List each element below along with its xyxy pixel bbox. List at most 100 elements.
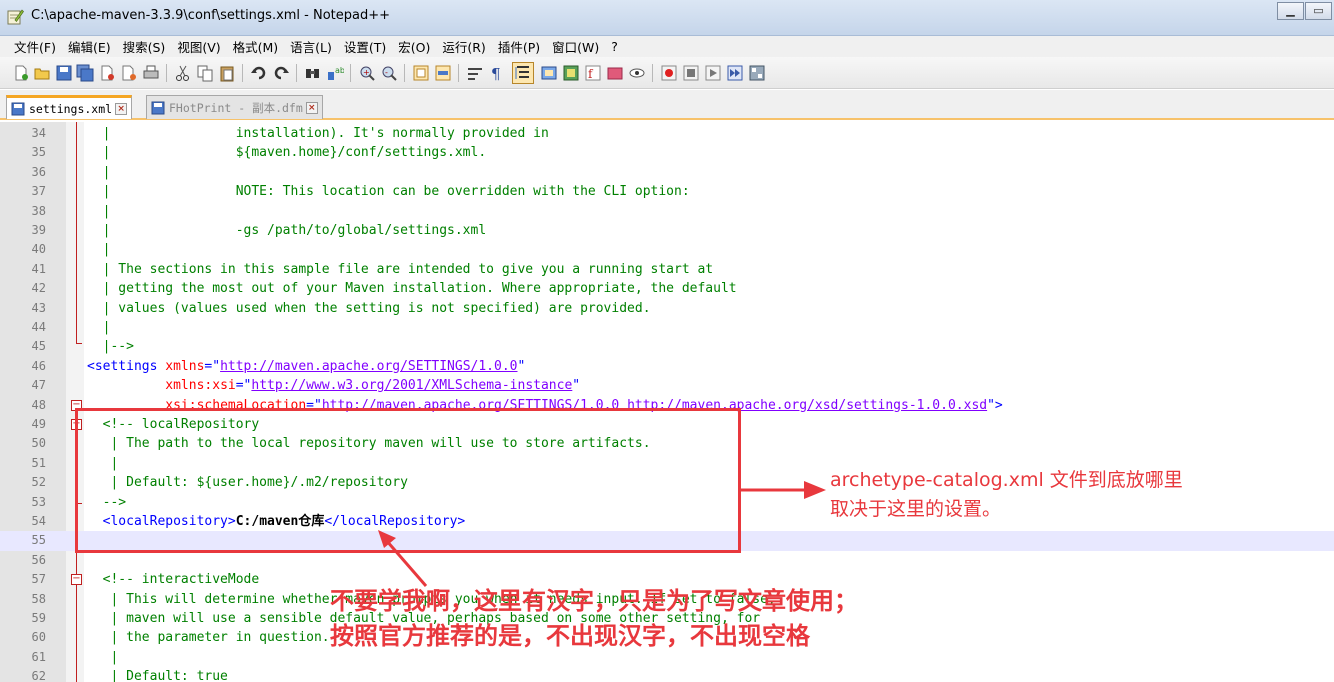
- maximize-button[interactable]: ▭: [1305, 2, 1332, 20]
- folder-workspace-icon[interactable]: [606, 64, 624, 82]
- stop-macro-icon[interactable]: [682, 64, 700, 82]
- menu-search[interactable]: 搜索(S): [117, 37, 172, 56]
- fold-toggle[interactable]: −: [71, 574, 82, 585]
- code-line[interactable]: 40 |: [0, 240, 1334, 259]
- code-line[interactable]: 44 |: [0, 318, 1334, 337]
- menu-edit[interactable]: 编辑(E): [62, 37, 117, 56]
- sync-vertical-icon[interactable]: [412, 64, 430, 82]
- line-code: <settings xmlns="http://maven.apache.org…: [87, 357, 525, 376]
- line-number: 47: [31, 378, 46, 393]
- line-number: 52: [31, 475, 46, 490]
- minimize-button[interactable]: ▁: [1277, 2, 1304, 20]
- line-number: 37: [31, 184, 46, 199]
- code-token: http://www.w3.org/2001/XMLSchema-instanc…: [251, 378, 573, 394]
- menu-run[interactable]: 运行(R): [436, 37, 491, 56]
- code-line[interactable]: 36 |: [0, 163, 1334, 182]
- menu-view[interactable]: 视图(V): [171, 37, 226, 56]
- code-token: | The sections in this sample file are i…: [87, 261, 714, 277]
- code-line[interactable]: 39 | -gs /path/to/global/settings.xml: [0, 221, 1334, 240]
- code-line[interactable]: 56: [0, 551, 1334, 570]
- code-line[interactable]: 47 xmlns:xsi="http://www.w3.org/2001/XML…: [0, 376, 1334, 395]
- line-number: 46: [31, 358, 46, 373]
- menu-help[interactable]: ?: [605, 39, 624, 54]
- code-token: http://maven.apache.org/SETTINGS/1.0.0: [220, 358, 518, 374]
- code-token: =": [235, 378, 252, 394]
- line-code: |: [87, 202, 111, 221]
- find-icon[interactable]: [304, 64, 322, 82]
- code-line[interactable]: 38 |: [0, 202, 1334, 221]
- undo-icon[interactable]: [250, 64, 268, 82]
- window-controls: ▁ ▭: [1276, 2, 1332, 20]
- play-macro-icon[interactable]: [704, 64, 722, 82]
- code-token: |: [87, 320, 111, 335]
- tab-fhotprint-dfm[interactable]: FHotPrint - 副本.dfm ×: [146, 95, 323, 119]
- line-number: 62: [31, 669, 46, 682]
- code-line[interactable]: 42 | getting the most out of your Maven …: [0, 279, 1334, 298]
- record-macro-icon[interactable]: [660, 64, 678, 82]
- tab-settings-xml[interactable]: settings.xml ×: [6, 95, 133, 119]
- line-code: | getting the most out of your Maven ins…: [87, 279, 737, 298]
- save-icon[interactable]: [55, 64, 73, 82]
- menu-plugins[interactable]: 插件(P): [492, 37, 546, 56]
- sync-horizontal-icon[interactable]: [434, 64, 452, 82]
- code-token: xmlns:xsi: [165, 378, 236, 394]
- line-code: xmlns:xsi="http://www.w3.org/2001/XMLSch…: [87, 376, 580, 395]
- copy-icon[interactable]: [196, 64, 214, 82]
- new-file-icon[interactable]: [12, 64, 30, 82]
- zoom-out-icon[interactable]: -: [380, 64, 398, 82]
- close-tab-icon[interactable]: ×: [115, 102, 128, 115]
- line-number: 49: [31, 417, 46, 431]
- line-number: 48: [31, 397, 46, 412]
- menu-format[interactable]: 格式(M): [227, 37, 285, 56]
- code-line[interactable]: 41 | The sections in this sample file ar…: [0, 260, 1334, 279]
- close-file-icon[interactable]: [98, 64, 116, 82]
- close-tab-icon[interactable]: ×: [305, 101, 318, 114]
- menu-file[interactable]: 文件(F): [8, 37, 62, 56]
- code-token: |-->: [87, 339, 134, 355]
- paste-icon[interactable]: [218, 64, 236, 82]
- code-line[interactable]: 46 <settings xmlns="http://maven.apache.o…: [0, 357, 1334, 376]
- function-list-icon[interactable]: f: [584, 64, 602, 82]
- line-code: | installation). It's normally provided …: [87, 124, 549, 143]
- replace-icon[interactable]: ab: [326, 64, 344, 82]
- save-macro-icon[interactable]: [748, 64, 766, 82]
- run-macro-multiple-icon[interactable]: [726, 64, 744, 82]
- document-map-icon[interactable]: [562, 64, 580, 82]
- zoom-in-icon[interactable]: +: [358, 64, 376, 82]
- code-line[interactable]: 37 | NOTE: This location can be overridd…: [0, 182, 1334, 201]
- print-icon[interactable]: [142, 64, 160, 82]
- code-line[interactable]: 35 | ${maven.home}/conf/settings.xml.: [0, 143, 1334, 162]
- close-all-icon[interactable]: [120, 64, 138, 82]
- code-line[interactable]: 62 | Default: true: [0, 667, 1334, 682]
- user-defined-language-icon[interactable]: [540, 64, 558, 82]
- code-line[interactable]: 34 | installation). It's normally provid…: [0, 124, 1334, 143]
- cut-icon[interactable]: [174, 64, 192, 82]
- annotation-bottom-line-1: 不要学我啊，这里有汉字，只是为了写文章使用；: [330, 587, 858, 615]
- svg-text:ab: ab: [335, 66, 344, 75]
- menu-macro[interactable]: 宏(O): [392, 37, 436, 56]
- code-token: | Default: true: [87, 669, 228, 682]
- menu-window[interactable]: 窗口(W): [546, 37, 605, 56]
- redo-icon[interactable]: [272, 64, 290, 82]
- code-token: |: [87, 242, 111, 258]
- menu-language[interactable]: 语言(L): [284, 37, 338, 56]
- line-code: <!-- interactiveMode: [87, 570, 260, 589]
- word-wrap-icon[interactable]: [466, 64, 484, 82]
- monitoring-eye-icon[interactable]: [628, 64, 646, 82]
- code-line[interactable]: 43 | values (values used when the settin…: [0, 299, 1334, 318]
- code-token: xmlns: [165, 358, 205, 374]
- line-code: | Default: true: [87, 667, 228, 682]
- toolbar: ab + - ¶ f: [0, 57, 1334, 89]
- menu-settings[interactable]: 设置(T): [338, 37, 392, 56]
- line-code: | The sections in this sample file are i…: [87, 260, 714, 279]
- menu-bar: 文件(F) 编辑(E) 搜索(S) 视图(V) 格式(M) 语言(L) 设置(T…: [0, 36, 1334, 57]
- code-token: | ${maven.home}/conf/settings.xml.: [87, 145, 487, 161]
- window-title: C:\apache-maven-3.3.9\conf\settings.xml …: [31, 8, 391, 23]
- indent-guide-icon[interactable]: [512, 62, 534, 84]
- show-all-characters-icon[interactable]: ¶: [488, 64, 506, 82]
- code-line[interactable]: 45 |-->: [0, 337, 1334, 356]
- line-number: 51: [31, 455, 46, 470]
- notepad-plus-plus-icon: [7, 9, 24, 25]
- open-file-icon[interactable]: [33, 64, 51, 82]
- save-all-icon[interactable]: [76, 64, 94, 82]
